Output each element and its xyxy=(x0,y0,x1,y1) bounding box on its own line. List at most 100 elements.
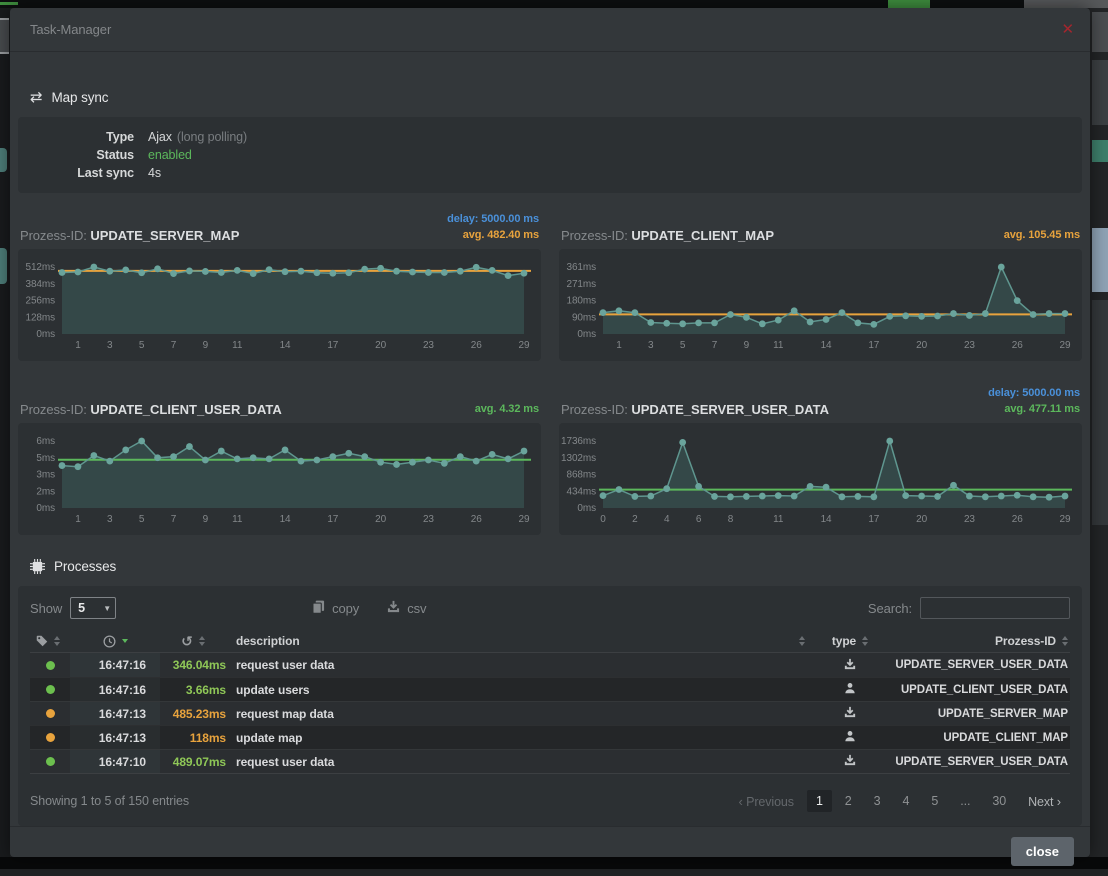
map-sync-heading: ⇄ Map sync xyxy=(18,90,1082,105)
chart-avg-label: avg. 482.40 ms xyxy=(447,227,539,243)
background-fragment xyxy=(1092,60,1108,125)
close-icon[interactable]: ✕ xyxy=(1062,22,1074,37)
svg-text:256ms: 256ms xyxy=(25,296,55,307)
search-input[interactable] xyxy=(920,597,1070,619)
download-icon xyxy=(387,600,400,616)
modal-header: Task-Manager ✕ xyxy=(10,8,1090,52)
duration-cell: 3.66ms xyxy=(160,683,226,697)
copy-button[interactable]: copy xyxy=(312,600,359,617)
pagination-page-...[interactable]: ... xyxy=(951,790,979,812)
duration-cell: 346.04ms xyxy=(160,658,226,672)
type-cell xyxy=(815,706,885,721)
column-header-description[interactable]: description xyxy=(226,634,815,648)
timing-chart-svg: 0ms2ms3ms5ms6ms1357911141720232629 xyxy=(18,423,541,535)
background-fragment xyxy=(1092,228,1108,292)
modal-body: ⇄ Map sync Type Ajax (long polling) Stat… xyxy=(10,52,1090,826)
process-id-cell: UPDATE_SERVER_USER_DATA xyxy=(885,659,1070,671)
svg-text:17: 17 xyxy=(327,514,338,525)
pagination-page-5[interactable]: 5 xyxy=(922,790,947,812)
svg-text:3ms: 3ms xyxy=(36,470,55,481)
description-cell: request user data xyxy=(226,755,815,769)
task-manager-modal: Task-Manager ✕ ⇄ Map sync Type Ajax (lon… xyxy=(10,8,1090,857)
svg-text:7: 7 xyxy=(171,514,177,525)
svg-text:1: 1 xyxy=(75,340,81,351)
sort-icon xyxy=(862,636,868,646)
column-header-duration[interactable]: ↺ xyxy=(160,634,226,648)
chart-title: Prozess-ID: UPDATE_SERVER_MAP xyxy=(20,228,239,243)
map-sync-row-status: Status enabled xyxy=(18,146,1082,164)
pagination-page-4[interactable]: 4 xyxy=(894,790,919,812)
search-label: Search: xyxy=(868,601,912,616)
csv-download-button[interactable]: csv xyxy=(387,600,426,616)
processes-panel: Show 5 ▼ copy csv xyxy=(18,586,1082,826)
svg-text:434ms: 434ms xyxy=(566,486,596,497)
background-fragment xyxy=(1024,0,1108,8)
background-top-strip xyxy=(0,0,1108,8)
status-cell xyxy=(30,757,70,766)
svg-text:1736ms: 1736ms xyxy=(561,436,596,447)
svg-text:0ms: 0ms xyxy=(577,329,596,340)
pagination-next[interactable]: Next › xyxy=(1019,790,1070,813)
timing-chart-svg: 0ms90ms180ms271ms361ms135791114172023262… xyxy=(559,249,1082,361)
sort-icon xyxy=(54,636,60,646)
column-header-type[interactable]: type xyxy=(815,634,885,648)
svg-text:7: 7 xyxy=(171,340,177,351)
page-length-select[interactable]: 5 xyxy=(70,597,116,619)
svg-text:23: 23 xyxy=(964,514,975,525)
svg-text:1: 1 xyxy=(75,514,81,525)
svg-text:9: 9 xyxy=(744,340,750,351)
process-table: ↺ description type Prozess-ID xyxy=(30,630,1070,774)
type-cell xyxy=(815,730,885,745)
download-icon xyxy=(844,658,856,673)
pagination-page-1[interactable]: 1 xyxy=(807,790,832,812)
user-icon xyxy=(844,730,856,745)
processes-heading: Processes xyxy=(18,559,1082,574)
svg-text:4: 4 xyxy=(664,514,670,525)
svg-text:271ms: 271ms xyxy=(566,279,596,290)
column-header-status[interactable] xyxy=(30,635,70,647)
chart-update-server-user-data: Prozess-ID: UPDATE_SERVER_USER_DATA dela… xyxy=(559,381,1082,535)
svg-text:26: 26 xyxy=(1012,340,1023,351)
map-sync-row-type: Type Ajax (long polling) xyxy=(18,128,1082,146)
svg-text:5ms: 5ms xyxy=(36,453,55,464)
table-controls: Show 5 ▼ copy csv xyxy=(30,596,1070,620)
column-header-process-id[interactable]: Prozess-ID xyxy=(885,634,1070,648)
pagination-page-2[interactable]: 2 xyxy=(836,790,861,812)
chart-title: Prozess-ID: UPDATE_SERVER_USER_DATA xyxy=(561,402,829,417)
pagination-page-30[interactable]: 30 xyxy=(983,790,1015,812)
table-row: 16:47:163.66msupdate usersUPDATE_CLIENT_… xyxy=(30,677,1070,701)
svg-text:29: 29 xyxy=(519,340,530,351)
column-header-time[interactable] xyxy=(70,635,160,648)
svg-text:23: 23 xyxy=(423,340,434,351)
svg-text:26: 26 xyxy=(471,514,482,525)
user-icon xyxy=(844,682,856,697)
svg-text:7: 7 xyxy=(712,340,718,351)
type-cell xyxy=(815,658,885,673)
status-cell xyxy=(30,733,70,742)
time-cell: 16:47:16 xyxy=(70,653,160,677)
svg-text:23: 23 xyxy=(423,514,434,525)
svg-text:11: 11 xyxy=(773,340,784,351)
background-fragment xyxy=(0,248,7,284)
map-sync-panel: Type Ajax (long polling) Status enabled … xyxy=(18,117,1082,193)
svg-text:2ms: 2ms xyxy=(36,486,55,497)
status-cell xyxy=(30,661,70,670)
svg-text:180ms: 180ms xyxy=(566,296,596,307)
download-icon xyxy=(844,706,856,721)
svg-text:384ms: 384ms xyxy=(25,279,55,290)
sync-arrows-icon: ⇄ xyxy=(30,90,42,105)
svg-text:868ms: 868ms xyxy=(566,470,596,481)
map-sync-value: 4s xyxy=(148,164,161,182)
svg-text:29: 29 xyxy=(519,514,530,525)
time-cell: 16:47:13 xyxy=(70,726,160,749)
pagination-page-3[interactable]: 3 xyxy=(865,790,890,812)
status-dot xyxy=(46,733,55,742)
charts-grid: Prozess-ID: UPDATE_SERVER_MAP delay: 500… xyxy=(18,207,1082,535)
close-button[interactable]: close xyxy=(1011,837,1074,866)
svg-text:9: 9 xyxy=(203,514,209,525)
background-fragment xyxy=(1092,300,1108,525)
background-fragment xyxy=(888,0,930,8)
pagination-previous[interactable]: ‹ Previous xyxy=(729,790,802,813)
svg-text:128ms: 128ms xyxy=(25,312,55,323)
svg-text:1302ms: 1302ms xyxy=(561,453,596,464)
